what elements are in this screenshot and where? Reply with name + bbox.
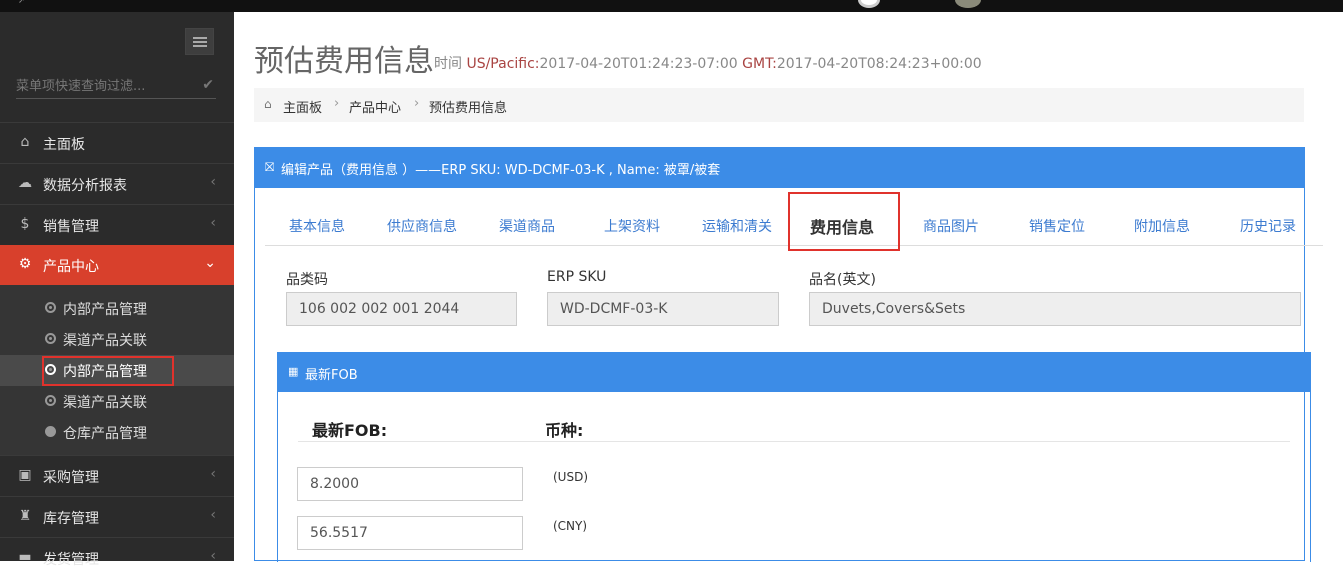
chevron-left-icon: ‹: [210, 548, 216, 564]
main-content: 预估费用信息 时间 US/Pacific:2017-04-20T01:24:23…: [234, 12, 1343, 562]
currency-label: (USD): [553, 470, 589, 484]
erp-sku-label: ERP SKU: [547, 269, 607, 285]
latest-fob-panel: ▦ 最新FOB 最新FOB: 币种: 8.2000 (USD) 56.5517 …: [277, 352, 1311, 562]
breadcrumb: ⌂ 主面板 › 产品中心 › 预估费用信息: [254, 88, 1304, 122]
sidebar-item-purchasing[interactable]: ▣ 采购管理 ‹: [0, 455, 234, 495]
fob-cny-input[interactable]: 56.5517: [297, 516, 523, 550]
chevron-left-icon: ‹: [210, 466, 216, 482]
check-icon[interactable]: ✔: [202, 77, 214, 93]
sidebar-item-sales[interactable]: $ 销售管理 ‹: [0, 204, 234, 244]
avatar[interactable]: [858, 0, 880, 8]
sidebar-item-inventory[interactable]: ♜ 库存管理 ‹: [0, 496, 234, 536]
tab-channel-goods[interactable]: 渠道商品: [499, 216, 555, 236]
top-bar: ➚: [0, 0, 1343, 12]
table-icon: ▦: [288, 365, 299, 378]
product-name-field: Duvets,Covers&Sets: [809, 292, 1301, 326]
tab-listing-info[interactable]: 上架资料: [604, 216, 660, 236]
menu-search-input[interactable]: [16, 75, 196, 97]
sidebar-item-products[interactable]: ⚙ 产品中心 ⌄: [0, 245, 234, 285]
category-code-label: 品类码: [286, 272, 328, 288]
divider: [298, 441, 1290, 442]
circle-icon: [45, 395, 56, 406]
product-name-label: 品名(英文): [809, 272, 876, 288]
chevron-left-icon: ‹: [210, 215, 216, 231]
breadcrumb-item[interactable]: 主面板: [283, 97, 322, 116]
fob-usd-input[interactable]: 8.2000: [297, 467, 523, 501]
submenu-item-internal-products[interactable]: 内部产品管理: [0, 293, 234, 324]
tab-product-images[interactable]: 商品图片: [923, 216, 979, 236]
logo-icon: ➚: [18, 0, 26, 6]
page-time: 时间 US/Pacific:2017-04-20T01:24:23-07:00 …: [434, 56, 982, 72]
circle-icon: [45, 333, 56, 344]
tab-additional-info[interactable]: 附加信息: [1134, 216, 1190, 236]
submenu-item-channel-link[interactable]: 渠道产品关联: [0, 386, 234, 417]
cogs-icon: ⚙: [18, 256, 32, 272]
home-icon: ⌂: [264, 97, 272, 111]
latest-fob-header: ▦ 最新FOB: [278, 353, 1310, 392]
currency-label: (CNY): [553, 519, 588, 533]
page-title: 预估费用信息: [254, 44, 434, 79]
circle-icon: [45, 426, 56, 437]
menu-search: ✔: [16, 75, 216, 99]
avatar[interactable]: [955, 0, 981, 8]
submenu-item-warehouse-products[interactable]: 仓库产品管理: [0, 417, 234, 448]
chevron-left-icon: ‹: [210, 507, 216, 523]
chevron-down-icon: ⌄: [204, 255, 216, 271]
breadcrumb-item[interactable]: 产品中心: [349, 97, 401, 116]
category-code-field: 106 002 002 001 2044: [286, 292, 517, 326]
gift-icon: ⛝: [265, 160, 275, 174]
tab-basic-info[interactable]: 基本信息: [289, 216, 345, 236]
dollar-icon: $: [20, 216, 30, 232]
chevron-right-icon: ›: [334, 96, 340, 111]
highlight-box: [788, 192, 900, 251]
chevron-right-icon: ›: [414, 96, 420, 111]
sidebar-item-dashboard[interactable]: ⌂ 主面板: [0, 122, 234, 162]
highlight-box: [42, 356, 174, 386]
sidebar: ✔ ⌂ 主面板 ☁ 数据分析报表 ‹ $ 销售管理 ‹ ⚙ 产品中心 ⌄ 内部产…: [0, 12, 234, 568]
tab-history[interactable]: 历史记录: [1240, 216, 1296, 236]
fob-column-header: 最新FOB:: [312, 421, 388, 440]
breadcrumb-item: 预估费用信息: [429, 101, 508, 116]
erp-sku-field: WD-DCMF-03-K: [547, 292, 779, 326]
edit-product-panel: ⛝ 编辑产品（费用信息 ）——ERP SKU: WD-DCMF-03-K , N…: [254, 147, 1323, 562]
home-icon: ⌂: [20, 134, 30, 150]
currency-column-header: 币种:: [545, 421, 584, 440]
truck-icon: ▬: [18, 549, 32, 565]
cube-icon: ▣: [18, 467, 32, 483]
chevron-left-icon: ‹: [210, 174, 216, 190]
sidebar-toggle-button[interactable]: [185, 28, 214, 55]
sidebar-item-reports[interactable]: ☁ 数据分析报表 ‹: [0, 163, 234, 203]
panel-header: ⛝ 编辑产品（费用信息 ）——ERP SKU: WD-DCMF-03-K , N…: [255, 148, 1304, 188]
tab-supplier-info[interactable]: 供应商信息: [387, 216, 457, 236]
tab-sales-position[interactable]: 销售定位: [1029, 216, 1085, 236]
tab-shipping-customs[interactable]: 运输和清关: [702, 216, 772, 236]
menu-icon: [193, 37, 207, 39]
sidebar-item-shipping[interactable]: ▬ 发货管理 ‹: [0, 537, 234, 577]
circle-icon: [45, 302, 56, 313]
android-icon: ♜: [18, 508, 32, 524]
cloud-icon: ☁: [18, 175, 32, 191]
submenu-item-channel-link[interactable]: 渠道产品关联: [0, 324, 234, 355]
